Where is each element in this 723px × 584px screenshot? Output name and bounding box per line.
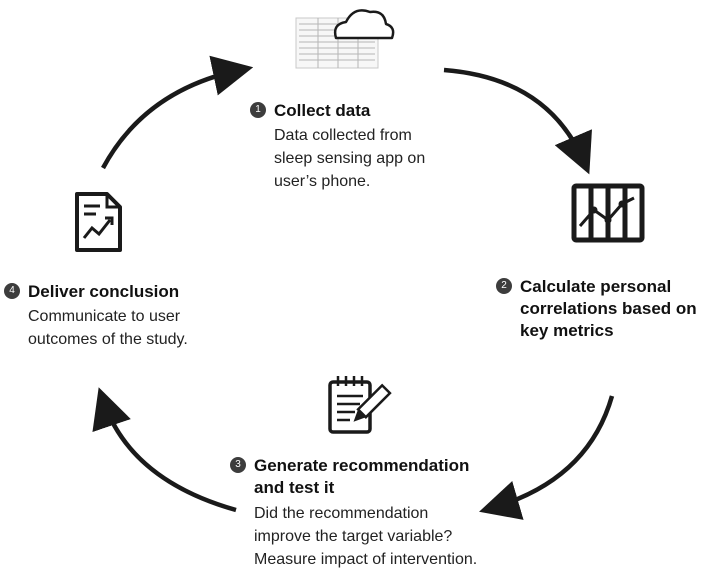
step-title-line: key metrics [520,321,614,340]
step-description-line: user’s phone. [274,173,371,190]
step-number-badge: 4 [4,283,20,299]
step-title: Deliver conclusion [28,282,180,301]
report-document-icon [75,192,122,252]
notepad-pencil-icon [328,376,392,434]
step-title-line: Calculate personal [520,277,672,296]
arrow-1-to-2 [443,67,592,175]
cloud-data-icon [295,9,395,69]
step-4: 4 Deliver conclusion Communicate to user… [4,281,188,351]
arrow-3-to-4 [92,387,237,513]
step-number-badge: 1 [250,102,266,118]
step-title-line: and test it [254,478,335,497]
step-1: 1 Collect data Data collected from sleep… [250,100,425,193]
step-description-line: improve the target variable? [254,528,453,545]
chart-grid-icon [571,183,645,243]
step-number-badge: 2 [496,278,512,294]
arrow-4-to-1 [101,55,254,170]
step-description-line: sleep sensing app on [274,150,426,167]
step-description-line: outcomes of the study. [28,331,188,348]
cycle-diagram: 1 Collect data Data collected from sleep… [0,0,723,584]
step-description-line: Measure impact of intervention. [254,551,478,568]
step-number-badge: 3 [230,457,246,473]
step-description-line: Did the recommendation [254,505,429,522]
step-title-line: Generate recommendation [254,456,470,475]
step-description-line: Communicate to user [28,308,181,325]
arrow-2-to-3 [479,395,615,520]
step-2: 2 Calculate personal correlations based … [496,276,697,342]
step-3: 3 Generate recommendation and test it Di… [230,455,477,571]
step-description-line: Data collected from [274,127,412,144]
step-title: Collect data [274,101,371,120]
step-title-line: correlations based on [520,299,697,318]
